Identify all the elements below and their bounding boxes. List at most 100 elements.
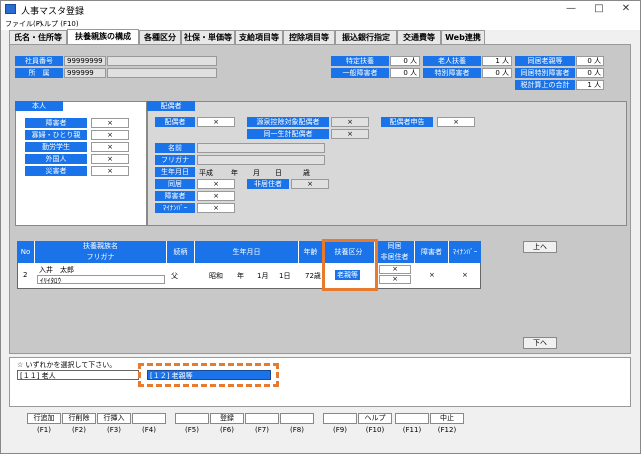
window-title: 人事マスタ登録 (21, 7, 85, 17)
grid-header-kana: フリガナ (35, 252, 167, 263)
f5-button[interactable] (175, 413, 209, 424)
spouse-shinkoku-field[interactable]: × (437, 117, 475, 127)
spouse-kana-field[interactable] (197, 155, 325, 165)
spouse-gensen-label: 源泉控除対象配偶者 (247, 117, 329, 127)
honnin-title: 本人 (15, 101, 63, 111)
dept-name-field (107, 68, 217, 78)
dept-field[interactable]: 999999 (64, 68, 106, 78)
honnin-kafu-field[interactable]: × (91, 130, 129, 140)
close-icon[interactable]: ✕ (612, 1, 640, 18)
menu-help[interactable]: ヘルプ (F10) (37, 19, 79, 29)
spouse-shogai-label: 障害者 (155, 191, 195, 201)
row-shogai[interactable]: × (429, 271, 435, 279)
f12-button[interactable]: 中止 (430, 413, 464, 424)
spouse-hikyojuu-field[interactable]: × (291, 179, 329, 189)
tokutei-label: 特定扶養 (331, 56, 389, 66)
grid-header-age: 年齢 (299, 241, 323, 263)
spouse-haigu-label: 配偶者 (155, 117, 195, 127)
row-age: 72歳 (305, 272, 321, 280)
f7-button[interactable] (245, 413, 279, 424)
dokyo-tokubetsu-label: 同居特別障害者 (515, 68, 575, 78)
spouse-mynumber-label: ﾏｲﾅﾝﾊﾞｰ (155, 203, 195, 213)
grid-header-shogai: 障害者 (415, 241, 449, 263)
spouse-title: 配偶者 (147, 101, 195, 111)
maximize-icon[interactable]: □ (585, 1, 613, 18)
f1-key-label: (F1) (37, 426, 51, 434)
row-kana: ｲﾘｲﾀﾛｳ (40, 277, 61, 285)
spouse-gensen-field[interactable]: × (331, 117, 369, 127)
dokyo-rojin-label: 同居老親等 (515, 56, 575, 66)
spouse-shogai-field[interactable]: × (197, 191, 235, 201)
row-dokyo-field[interactable]: × (379, 265, 411, 274)
f6-button[interactable]: 登録 (210, 413, 244, 424)
spouse-doitsu-field[interactable]: × (331, 129, 369, 139)
emp-no-field[interactable]: 99999999 (64, 56, 106, 66)
row-day: 1日 (279, 272, 291, 280)
spouse-name-field[interactable] (197, 143, 325, 153)
tab-transport[interactable]: 交通費等 (397, 30, 441, 44)
selection-prompt: ☆ いずれかを選択して下さい。 (17, 361, 117, 369)
f9-key-label: (F9) (333, 426, 347, 434)
grid-header-birth: 生年月日 (195, 241, 299, 263)
spouse-mynumber-field[interactable]: × (197, 203, 235, 213)
ippan-shogai-label: 一般障害者 (331, 68, 389, 78)
f4-button[interactable] (132, 413, 166, 424)
tab-name-address[interactable]: 氏名・住所等 (9, 30, 67, 44)
honnin-gaikoku-field[interactable]: × (91, 154, 129, 164)
spouse-dokyo-field[interactable]: × (197, 179, 235, 189)
dokyo-rojin-value: 0 人 (576, 56, 604, 66)
tokubetsu-shogai-value: 0 人 (482, 68, 512, 78)
grid-header-name: 扶養親族名 (35, 241, 167, 252)
up-button[interactable]: 上へ (523, 241, 557, 253)
honnin-saigai-label: 災害者 (25, 166, 87, 176)
row-rel[interactable]: 父 (171, 271, 178, 281)
tab-deductions[interactable]: 控除項目等 (283, 30, 335, 44)
f10-button[interactable]: ヘルプ (358, 413, 392, 424)
f9-button[interactable] (323, 413, 357, 424)
fuyo-highlight (322, 239, 378, 291)
spouse-birth-era: 平成 (199, 169, 213, 177)
minimize-icon[interactable]: — (557, 1, 585, 18)
zeikei-label: 税計算上の合計 (515, 80, 575, 90)
honnin-kinro-label: 勤労学生 (25, 142, 87, 152)
f2-button[interactable]: 行削除 (62, 413, 96, 424)
f1-button[interactable]: 行追加 (27, 413, 61, 424)
row-myno[interactable]: × (462, 271, 468, 279)
f8-button[interactable] (280, 413, 314, 424)
grid-header-rel: 続柄 (167, 241, 195, 263)
spouse-birth-month: 月 (253, 169, 260, 177)
tab-payments[interactable]: 支給項目等 (235, 30, 283, 44)
option-rojin[interactable]: [１１] 老人 (17, 370, 139, 380)
grid-header-hikyo: 非居住者 (375, 252, 415, 263)
grid-header-dokyo: 同居 (375, 241, 415, 252)
emp-no-label: 社員番号 (15, 56, 63, 66)
row-kana-field[interactable]: ｲﾘｲﾀﾛｳ (37, 275, 165, 285)
spouse-haigu-field[interactable]: × (197, 117, 235, 127)
tab-categories[interactable]: 各種区分 (139, 30, 181, 44)
app-icon (5, 4, 16, 14)
honnin-shogai-field[interactable]: × (91, 118, 129, 128)
tab-dependents[interactable]: 扶養親族の構成 (67, 29, 139, 44)
option-highlight (138, 363, 279, 387)
tab-insurance[interactable]: 社保・単価等 (181, 30, 235, 44)
row-no: 2 (23, 271, 28, 279)
tokutei-value: 0 人 (390, 56, 420, 66)
tab-bank[interactable]: 振込銀行指定 (335, 30, 397, 44)
honnin-kinro-field[interactable]: × (91, 142, 129, 152)
f7-key-label: (F7) (255, 426, 269, 434)
honnin-saigai-field[interactable]: × (91, 166, 129, 176)
f6-key-label: (F6) (220, 426, 234, 434)
tab-web[interactable]: Web連携 (441, 30, 485, 44)
row-name[interactable]: 入井 太郎 (39, 265, 74, 275)
row-hikyo-field[interactable]: × (379, 275, 411, 284)
spouse-birth-day: 日 (275, 169, 282, 177)
rojin-label: 老人扶養 (423, 56, 481, 66)
grid-header-myno: ﾏｲﾅﾝﾊﾞｰ (449, 241, 481, 263)
tokubetsu-shogai-label: 特別障害者 (423, 68, 481, 78)
f11-button[interactable] (395, 413, 429, 424)
spouse-hikyojuu-label: 非居住者 (247, 179, 289, 189)
dokyo-tokubetsu-value: 0 人 (576, 68, 604, 78)
f3-button[interactable]: 行挿入 (97, 413, 131, 424)
down-button[interactable]: 下へ (523, 337, 557, 349)
f5-key-label: (F5) (185, 426, 199, 434)
